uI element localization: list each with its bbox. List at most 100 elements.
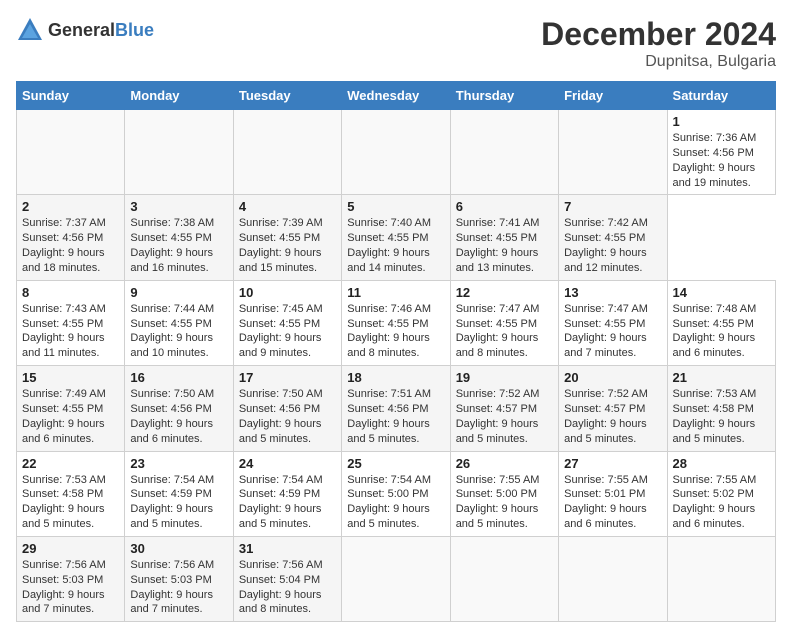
calendar-cell bbox=[233, 110, 341, 195]
day-number: 4 bbox=[239, 199, 336, 214]
day-info: Sunrise: 7:46 AMSunset: 4:55 PMDaylight:… bbox=[347, 302, 444, 361]
calendar-cell: 31Sunrise: 7:56 AMSunset: 5:04 PMDayligh… bbox=[233, 536, 341, 621]
day-number: 21 bbox=[673, 370, 770, 385]
calendar-cell bbox=[342, 536, 450, 621]
calendar-cell: 20 Sunrise: 7:52 AMSunset: 4:57 PMDayligh… bbox=[559, 366, 667, 451]
page-header: GeneralBlue December 2024 Dupnitsa, Bulg… bbox=[16, 16, 776, 71]
calendar-cell: 19 Sunrise: 7:52 AMSunset: 4:57 PMDayligh… bbox=[450, 366, 558, 451]
day-number: 6 bbox=[456, 199, 553, 214]
calendar-cell: 7Sunrise: 7:42 AMSunset: 4:55 PMDaylight… bbox=[559, 195, 667, 280]
calendar-cell: 6 Sunrise: 7:41 AMSunset: 4:55 PMDaylight… bbox=[450, 195, 558, 280]
calendar-cell: 4 Sunrise: 7:39 AMSunset: 4:55 PMDaylight… bbox=[233, 195, 341, 280]
month-title: December 2024 bbox=[541, 16, 776, 53]
weekday-header-friday: Friday bbox=[559, 82, 667, 110]
day-number: 18 bbox=[347, 370, 444, 385]
day-number: 25 bbox=[347, 456, 444, 471]
day-info: Sunrise: 7:36 AMSunset: 4:56 PMDaylight:… bbox=[673, 131, 770, 190]
day-number: 20 bbox=[564, 370, 661, 385]
day-number: 10 bbox=[239, 285, 336, 300]
day-number: 30 bbox=[130, 541, 227, 556]
day-info: Sunrise: 7:43 AMSunset: 4:55 PMDaylight:… bbox=[22, 302, 119, 361]
calendar-cell: 5 Sunrise: 7:40 AMSunset: 4:55 PMDaylight… bbox=[342, 195, 450, 280]
day-info: Sunrise: 7:55 AMSunset: 5:00 PMDaylight:… bbox=[456, 473, 553, 532]
calendar-cell: 21Sunrise: 7:53 AMSunset: 4:58 PMDayligh… bbox=[667, 366, 775, 451]
weekday-header-thursday: Thursday bbox=[450, 82, 558, 110]
calendar-cell bbox=[559, 110, 667, 195]
calendar-cell: 27Sunrise: 7:55 AMSunset: 5:01 PMDayligh… bbox=[559, 451, 667, 536]
calendar-cell: 17 Sunrise: 7:50 AMSunset: 4:56 PMDayligh… bbox=[233, 366, 341, 451]
day-number: 8 bbox=[22, 285, 119, 300]
day-info: Sunrise: 7:50 AMSunset: 4:56 PMDaylight:… bbox=[130, 387, 227, 446]
day-number: 17 bbox=[239, 370, 336, 385]
day-number: 3 bbox=[130, 199, 227, 214]
calendar-cell: 2 Sunrise: 7:37 AMSunset: 4:56 PMDaylight… bbox=[17, 195, 125, 280]
calendar-cell bbox=[342, 110, 450, 195]
day-info: Sunrise: 7:37 AMSunset: 4:56 PMDaylight:… bbox=[22, 216, 119, 275]
calendar-cell: 13 Sunrise: 7:47 AMSunset: 4:55 PMDayligh… bbox=[559, 280, 667, 365]
day-number: 1 bbox=[673, 114, 770, 129]
weekday-header-sunday: Sunday bbox=[17, 82, 125, 110]
day-number: 15 bbox=[22, 370, 119, 385]
calendar-cell: 11 Sunrise: 7:46 AMSunset: 4:55 PMDayligh… bbox=[342, 280, 450, 365]
calendar-cell: 28 Sunrise: 7:55 AMSunset: 5:02 PMDayligh… bbox=[667, 451, 775, 536]
location: Dupnitsa, Bulgaria bbox=[541, 53, 776, 71]
calendar-cell: 26Sunrise: 7:55 AMSunset: 5:00 PMDayligh… bbox=[450, 451, 558, 536]
day-info: Sunrise: 7:38 AMSunset: 4:55 PMDaylight:… bbox=[130, 216, 227, 275]
day-number: 13 bbox=[564, 285, 661, 300]
day-info: Sunrise: 7:52 AMSunset: 4:57 PMDaylight:… bbox=[564, 387, 661, 446]
calendar-cell bbox=[125, 110, 233, 195]
day-info: Sunrise: 7:54 AMSunset: 5:00 PMDaylight:… bbox=[347, 473, 444, 532]
day-number: 24 bbox=[239, 456, 336, 471]
calendar-cell: 15 Sunrise: 7:49 AMSunset: 4:55 PMDayligh… bbox=[17, 366, 125, 451]
calendar-cell: 30Sunrise: 7:56 AMSunset: 5:03 PMDayligh… bbox=[125, 536, 233, 621]
day-info: Sunrise: 7:54 AMSunset: 4:59 PMDaylight:… bbox=[239, 473, 336, 532]
day-info: Sunrise: 7:44 AMSunset: 4:55 PMDaylight:… bbox=[130, 302, 227, 361]
day-info: Sunrise: 7:50 AMSunset: 4:56 PMDaylight:… bbox=[239, 387, 336, 446]
calendar-cell: 8 Sunrise: 7:43 AMSunset: 4:55 PMDaylight… bbox=[17, 280, 125, 365]
calendar-cell: 22 Sunrise: 7:53 AMSunset: 4:58 PMDayligh… bbox=[17, 451, 125, 536]
logo-blue-text: Blue bbox=[115, 20, 154, 40]
day-info: Sunrise: 7:51 AMSunset: 4:56 PMDaylight:… bbox=[347, 387, 444, 446]
calendar-cell: 16 Sunrise: 7:50 AMSunset: 4:56 PMDayligh… bbox=[125, 366, 233, 451]
day-number: 22 bbox=[22, 456, 119, 471]
weekday-header-wednesday: Wednesday bbox=[342, 82, 450, 110]
day-number: 9 bbox=[130, 285, 227, 300]
day-info: Sunrise: 7:40 AMSunset: 4:55 PMDaylight:… bbox=[347, 216, 444, 275]
calendar-table: SundayMondayTuesdayWednesdayThursdayFrid… bbox=[16, 81, 776, 622]
day-info: Sunrise: 7:53 AMSunset: 4:58 PMDaylight:… bbox=[22, 473, 119, 532]
day-info: Sunrise: 7:55 AMSunset: 5:02 PMDaylight:… bbox=[673, 473, 770, 532]
day-info: Sunrise: 7:47 AMSunset: 4:55 PMDaylight:… bbox=[564, 302, 661, 361]
day-info: Sunrise: 7:41 AMSunset: 4:55 PMDaylight:… bbox=[456, 216, 553, 275]
calendar-cell: 18 Sunrise: 7:51 AMSunset: 4:56 PMDayligh… bbox=[342, 366, 450, 451]
calendar-cell bbox=[450, 110, 558, 195]
day-info: Sunrise: 7:49 AMSunset: 4:55 PMDaylight:… bbox=[22, 387, 119, 446]
calendar-cell: 3 Sunrise: 7:38 AMSunset: 4:55 PMDaylight… bbox=[125, 195, 233, 280]
day-number: 16 bbox=[130, 370, 227, 385]
calendar-cell: 24 Sunrise: 7:54 AMSunset: 4:59 PMDayligh… bbox=[233, 451, 341, 536]
day-number: 2 bbox=[22, 199, 119, 214]
calendar-cell bbox=[450, 536, 558, 621]
day-number: 19 bbox=[456, 370, 553, 385]
calendar-cell: 1 Sunrise: 7:36 AMSunset: 4:56 PMDaylight… bbox=[667, 110, 775, 195]
day-number: 14 bbox=[673, 285, 770, 300]
day-info: Sunrise: 7:39 AMSunset: 4:55 PMDaylight:… bbox=[239, 216, 336, 275]
calendar-cell: 25 Sunrise: 7:54 AMSunset: 5:00 PMDayligh… bbox=[342, 451, 450, 536]
calendar-cell: 29Sunrise: 7:56 AMSunset: 5:03 PMDayligh… bbox=[17, 536, 125, 621]
day-info: Sunrise: 7:55 AMSunset: 5:01 PMDaylight:… bbox=[564, 473, 661, 532]
day-number: 7 bbox=[564, 199, 661, 214]
day-number: 11 bbox=[347, 285, 444, 300]
logo-general-text: General bbox=[48, 20, 115, 40]
day-number: 5 bbox=[347, 199, 444, 214]
day-info: Sunrise: 7:45 AMSunset: 4:55 PMDaylight:… bbox=[239, 302, 336, 361]
day-number: 23 bbox=[130, 456, 227, 471]
day-info: Sunrise: 7:52 AMSunset: 4:57 PMDaylight:… bbox=[456, 387, 553, 446]
calendar-cell bbox=[17, 110, 125, 195]
calendar-cell bbox=[667, 536, 775, 621]
calendar-cell bbox=[559, 536, 667, 621]
calendar-cell: 14Sunrise: 7:48 AMSunset: 4:55 PMDayligh… bbox=[667, 280, 775, 365]
day-number: 28 bbox=[673, 456, 770, 471]
weekday-header-saturday: Saturday bbox=[667, 82, 775, 110]
day-info: Sunrise: 7:47 AMSunset: 4:55 PMDaylight:… bbox=[456, 302, 553, 361]
logo: GeneralBlue bbox=[16, 16, 154, 44]
day-number: 31 bbox=[239, 541, 336, 556]
